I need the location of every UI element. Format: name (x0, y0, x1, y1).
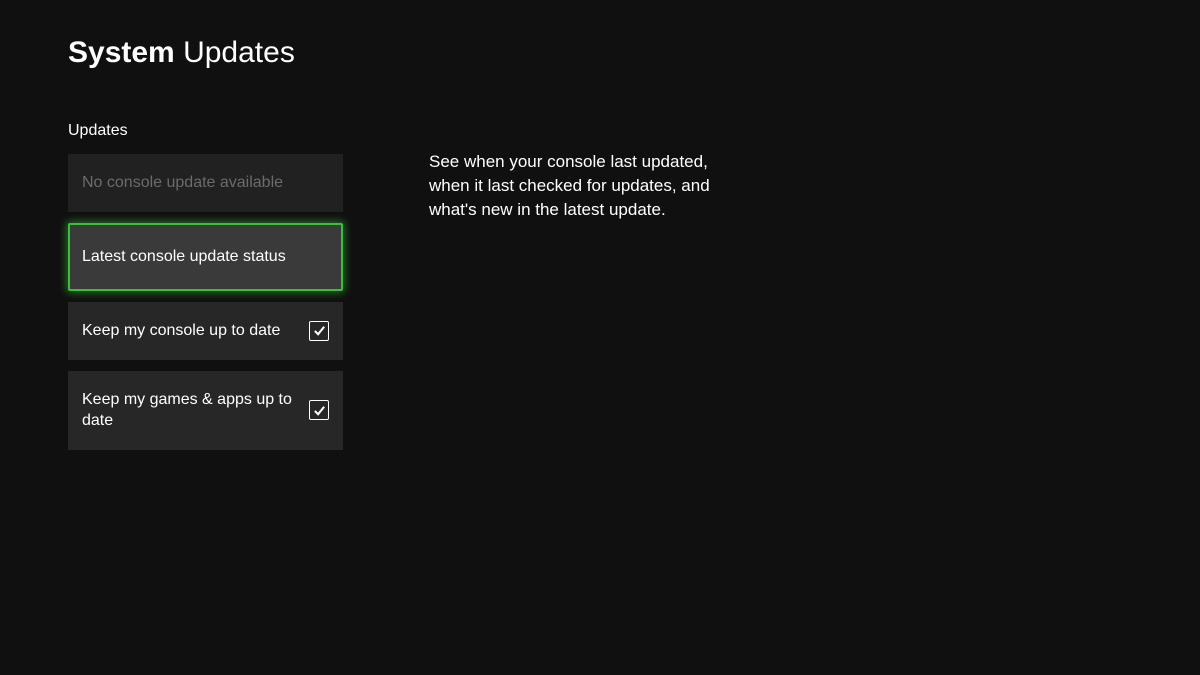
item-description: See when your console last updated, when… (429, 150, 729, 221)
checkmark-icon (313, 404, 326, 417)
system-updates-page: System Updates Updates No console update… (0, 0, 1200, 497)
keep-console-up-to-date-label: Keep my console up to date (82, 320, 309, 342)
checkmark-icon (313, 324, 326, 337)
updates-column: Updates No console update available Late… (68, 122, 343, 461)
page-title: System Updates (68, 36, 1132, 70)
keep-console-up-to-date-item[interactable]: Keep my console up to date (68, 302, 343, 360)
updates-section-label: Updates (68, 122, 343, 140)
page-title-rest: Updates (183, 36, 295, 69)
keep-games-apps-up-to-date-item[interactable]: Keep my games & apps up to date (68, 371, 343, 450)
no-console-update-item: No console update available (68, 154, 343, 212)
keep-games-apps-up-to-date-label: Keep my games & apps up to date (82, 389, 309, 432)
keep-console-checkbox[interactable] (309, 321, 329, 341)
keep-games-checkbox[interactable] (309, 400, 329, 420)
page-title-bold: System (68, 36, 175, 69)
description-column: See when your console last updated, when… (429, 122, 729, 461)
latest-console-update-status-item[interactable]: Latest console update status (68, 223, 343, 291)
latest-console-update-status-label: Latest console update status (82, 246, 329, 268)
no-console-update-label: No console update available (82, 172, 329, 194)
content-row: Updates No console update available Late… (68, 122, 1132, 461)
